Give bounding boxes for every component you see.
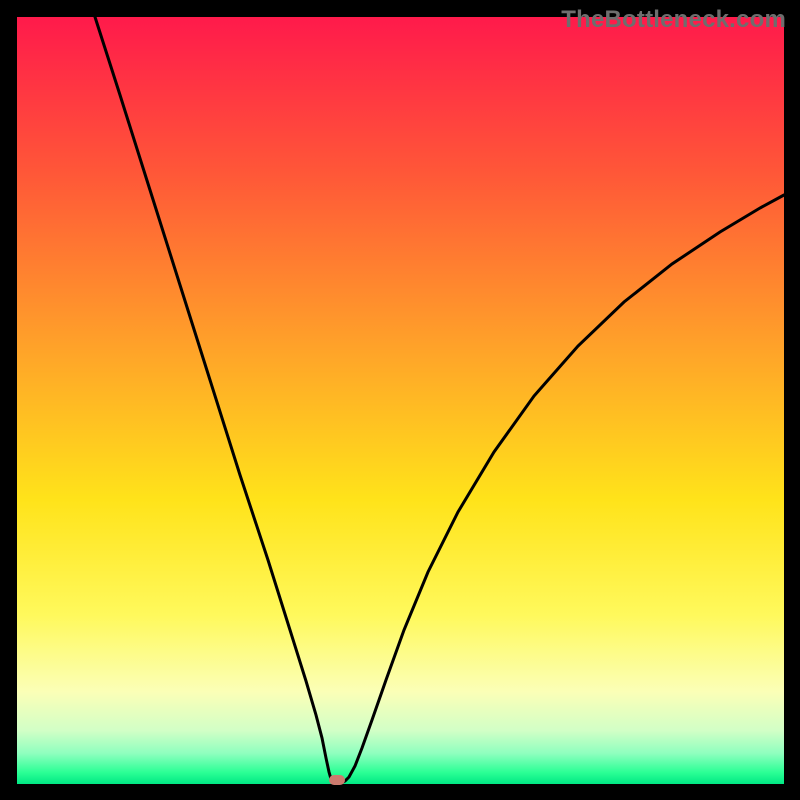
optimal-point-marker [329,775,345,785]
bottleneck-chart [0,0,800,800]
watermark-text: TheBottleneck.com [561,6,786,34]
